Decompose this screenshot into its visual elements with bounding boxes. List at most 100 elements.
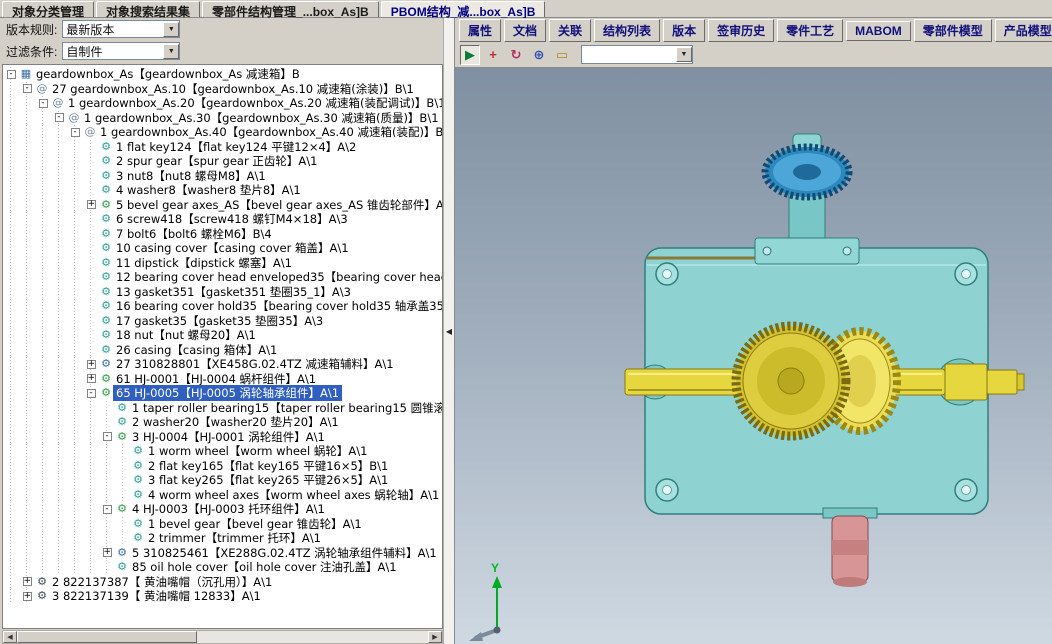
detail-tab[interactable]: 零部件模型 — [914, 19, 992, 42]
tree-indent — [3, 401, 19, 416]
tree-item[interactable]: ⚙10 casing cover【casing cover 箱盖】A\1 — [3, 241, 442, 256]
expand-toggle-icon[interactable]: + — [83, 372, 99, 387]
detail-tab[interactable]: 签审历史 — [708, 19, 774, 42]
view-mode-select[interactable]: ▼ — [581, 45, 693, 64]
tree-item[interactable]: ⚙12 bearing cover head enveloped35【beari… — [3, 270, 442, 285]
collapse-toggle-icon[interactable]: - — [67, 125, 83, 140]
collapse-toggle-icon[interactable]: - — [35, 96, 51, 111]
tree-item[interactable]: ⚙2 washer20【washer20 垫片20】A\1 — [3, 415, 442, 430]
tree-item[interactable]: ⚙2 trimmer【trimmer 托环】A\1 — [3, 531, 442, 546]
tree-indent — [115, 531, 131, 546]
top-tab[interactable]: 对象分类管理 — [2, 1, 94, 17]
tree-item[interactable]: ⚙17 gasket35【gasket35 垫圈35】A\3 — [3, 314, 442, 329]
tree-item[interactable]: -▦geardownbox_As【geardownbox_As 减速箱】B — [3, 67, 442, 82]
tree-item[interactable]: -⚙3 HJ-0004【HJ-0001 涡轮组件】A\1 — [3, 430, 442, 445]
detail-tab[interactable]: 零件工艺 — [777, 19, 843, 42]
tree-indent — [3, 154, 19, 169]
tree-item[interactable]: ⚙11 dipstick【dipstick 螺塞】A\1 — [3, 256, 442, 271]
expand-toggle-icon[interactable]: + — [19, 575, 35, 590]
tree-item[interactable]: ⚙7 bolt6【bolt6 螺栓M6】B\4 — [3, 227, 442, 242]
collapse-toggle-icon[interactable]: - — [99, 502, 115, 517]
tree-item[interactable]: ⚙3 flat key265【flat key265 平键26×5】A\1 — [3, 473, 442, 488]
tree-indent — [67, 270, 83, 285]
tree-item[interactable]: +⚙5 bevel gear axes_AS【bevel gear axes_A… — [3, 198, 442, 213]
tree-item[interactable]: ⚙3 nut8【nut8 螺母M8】A\1 — [3, 169, 442, 184]
detail-tab[interactable]: 关联 — [549, 19, 591, 42]
collapse-toggle-icon[interactable]: - — [83, 386, 99, 401]
tree-indent — [35, 372, 51, 387]
tree-horizontal-scrollbar[interactable]: ◀ ▶ — [2, 630, 443, 644]
detail-tab[interactable]: 产品模型 — [995, 19, 1052, 42]
top-tab[interactable]: 对象搜索结果集 — [96, 1, 200, 17]
panel-splitter[interactable]: ◀ — [443, 18, 455, 644]
tree-item[interactable]: ⚙16 bearing cover hold35【bearing cover h… — [3, 299, 442, 314]
tree-item[interactable]: ⚙1 bevel gear【bevel gear 锥齿轮】A\1 — [3, 517, 442, 532]
collapse-toggle-icon[interactable]: - — [3, 67, 19, 82]
asm-node-icon: ⚙ — [115, 502, 129, 516]
tree-item[interactable]: +⚙3 822137139【 黄油嘴帽 12833】A\1 — [3, 589, 442, 604]
tree-indent — [35, 502, 51, 517]
filter-select[interactable]: 自制件 ▼ — [62, 42, 180, 60]
tree-item[interactable]: -@1 geardownbox_As.30【geardownbox_As.30 … — [3, 111, 442, 126]
scroll-left-icon[interactable]: ◀ — [3, 631, 17, 643]
tree-item[interactable]: +⚙2 822137387【 黄油嘴帽（沉孔用）】A\1 — [3, 575, 442, 590]
tree-item[interactable]: ⚙4 washer8【washer8 垫片8】A\1 — [3, 183, 442, 198]
tree-item[interactable]: ⚙26 casing【casing 箱体】A\1 — [3, 343, 442, 358]
asm-node-icon: ⚙ — [99, 372, 113, 386]
collapse-toggle-icon[interactable]: - — [51, 111, 67, 126]
x-axis-arrow — [469, 632, 483, 641]
scroll-right-icon[interactable]: ▶ — [428, 631, 442, 643]
tree-item[interactable]: ⚙1 worm wheel【worm wheel 蜗轮】A\1 — [3, 444, 442, 459]
detail-tab[interactable]: 版本 — [663, 19, 705, 42]
tree-indent — [3, 372, 19, 387]
expand-toggle-icon[interactable]: + — [19, 589, 35, 604]
scrollbar-thumb[interactable] — [17, 631, 197, 643]
select-icon[interactable]: ▶ — [460, 45, 480, 65]
tree-indent — [51, 183, 67, 198]
tree-item[interactable]: -⚙65 HJ-0005【HJ-0005 涡轮轴承组件】A\1 — [3, 386, 442, 401]
top-tab[interactable]: PBOM结构_减...box_As]B — [381, 1, 546, 17]
rotate-icon[interactable]: ↻ — [506, 45, 526, 65]
expand-toggle-icon[interactable]: + — [83, 357, 99, 372]
fit-icon[interactable]: ▭ — [552, 45, 572, 65]
tree-item[interactable]: -⚙4 HJ-0003【HJ-0003 托环组件】A\1 — [3, 502, 442, 517]
tree-item[interactable]: +⚙61 HJ-0001【HJ-0004 蜗杆组件】A\1 — [3, 372, 442, 387]
3d-viewport[interactable]: Y X — [455, 68, 1052, 644]
collapse-toggle-icon[interactable]: - — [99, 430, 115, 445]
tree-item[interactable]: ⚙2 flat key165【flat key165 平键16×5】B\1 — [3, 459, 442, 474]
tree-item[interactable]: ⚙4 worm wheel axes【worm wheel axes 蜗轮轴】A… — [3, 488, 442, 503]
tree-item[interactable]: -@1 geardownbox_As.20【geardownbox_As.20 … — [3, 96, 442, 111]
tree-indent — [35, 415, 51, 430]
chevron-down-icon[interactable]: ▼ — [163, 22, 179, 37]
tree-item[interactable]: +⚙27 310828801【XE458G.02.4TZ 减速箱辅料】A\1 — [3, 357, 442, 372]
detail-tab[interactable]: MABOM — [846, 21, 911, 41]
tree-indent — [83, 227, 99, 242]
pan-icon[interactable]: + — [483, 45, 503, 65]
detail-tab[interactable]: 结构列表 — [594, 19, 660, 42]
expand-toggle-icon[interactable]: + — [83, 198, 99, 213]
tree-item[interactable]: -@1 geardownbox_As.40【geardownbox_As.40 … — [3, 125, 442, 140]
tree-indent — [67, 415, 83, 430]
collapse-toggle-icon[interactable]: - — [19, 82, 35, 97]
tree-item[interactable]: ⚙85 oil hole cover【oil hole cover 注油孔盖】A… — [3, 560, 442, 575]
tree-item[interactable]: ⚙18 nut【nut 螺母20】A\1 — [3, 328, 442, 343]
chevron-down-icon[interactable]: ▼ — [163, 44, 179, 59]
tree-item[interactable]: ⚙13 gasket351【gasket351 垫圈35_1】A\3 — [3, 285, 442, 300]
tree-item[interactable]: ⚙2 spur gear【spur gear 正齿轮】A\1 — [3, 154, 442, 169]
top-tab[interactable]: 零部件结构管理_...box_As]B — [202, 1, 379, 17]
expand-toggle-icon[interactable]: + — [99, 546, 115, 561]
tree-item[interactable]: ⚙1 flat key124【flat key124 平键12×4】A\2 — [3, 140, 442, 155]
tree-indent — [83, 401, 99, 416]
tree-item[interactable]: ⚙1 taper roller bearing15【taper roller b… — [3, 401, 442, 416]
tree-item[interactable]: ⚙6 screw418【screw418 螺钉M4×18】A\3 — [3, 212, 442, 227]
detail-tab[interactable]: 文档 — [504, 19, 546, 42]
tree-item[interactable]: -@27 geardownbox_As.10【geardownbox_As.10… — [3, 82, 442, 97]
aux-node-icon: ⚙ — [99, 357, 113, 371]
zoom-icon[interactable]: ⊕ — [529, 45, 549, 65]
detail-tab[interactable]: 属性 — [459, 19, 501, 42]
tree-item[interactable]: +⚙5 310825461【XE288G.02.4TZ 涡轮轴承组件辅料】A\1 — [3, 546, 442, 561]
scrollbar-track[interactable] — [17, 631, 428, 643]
version-rule-select[interactable]: 最新版本 ▼ — [62, 20, 180, 38]
tree-indent — [99, 473, 115, 488]
chevron-down-icon[interactable]: ▼ — [676, 47, 692, 62]
